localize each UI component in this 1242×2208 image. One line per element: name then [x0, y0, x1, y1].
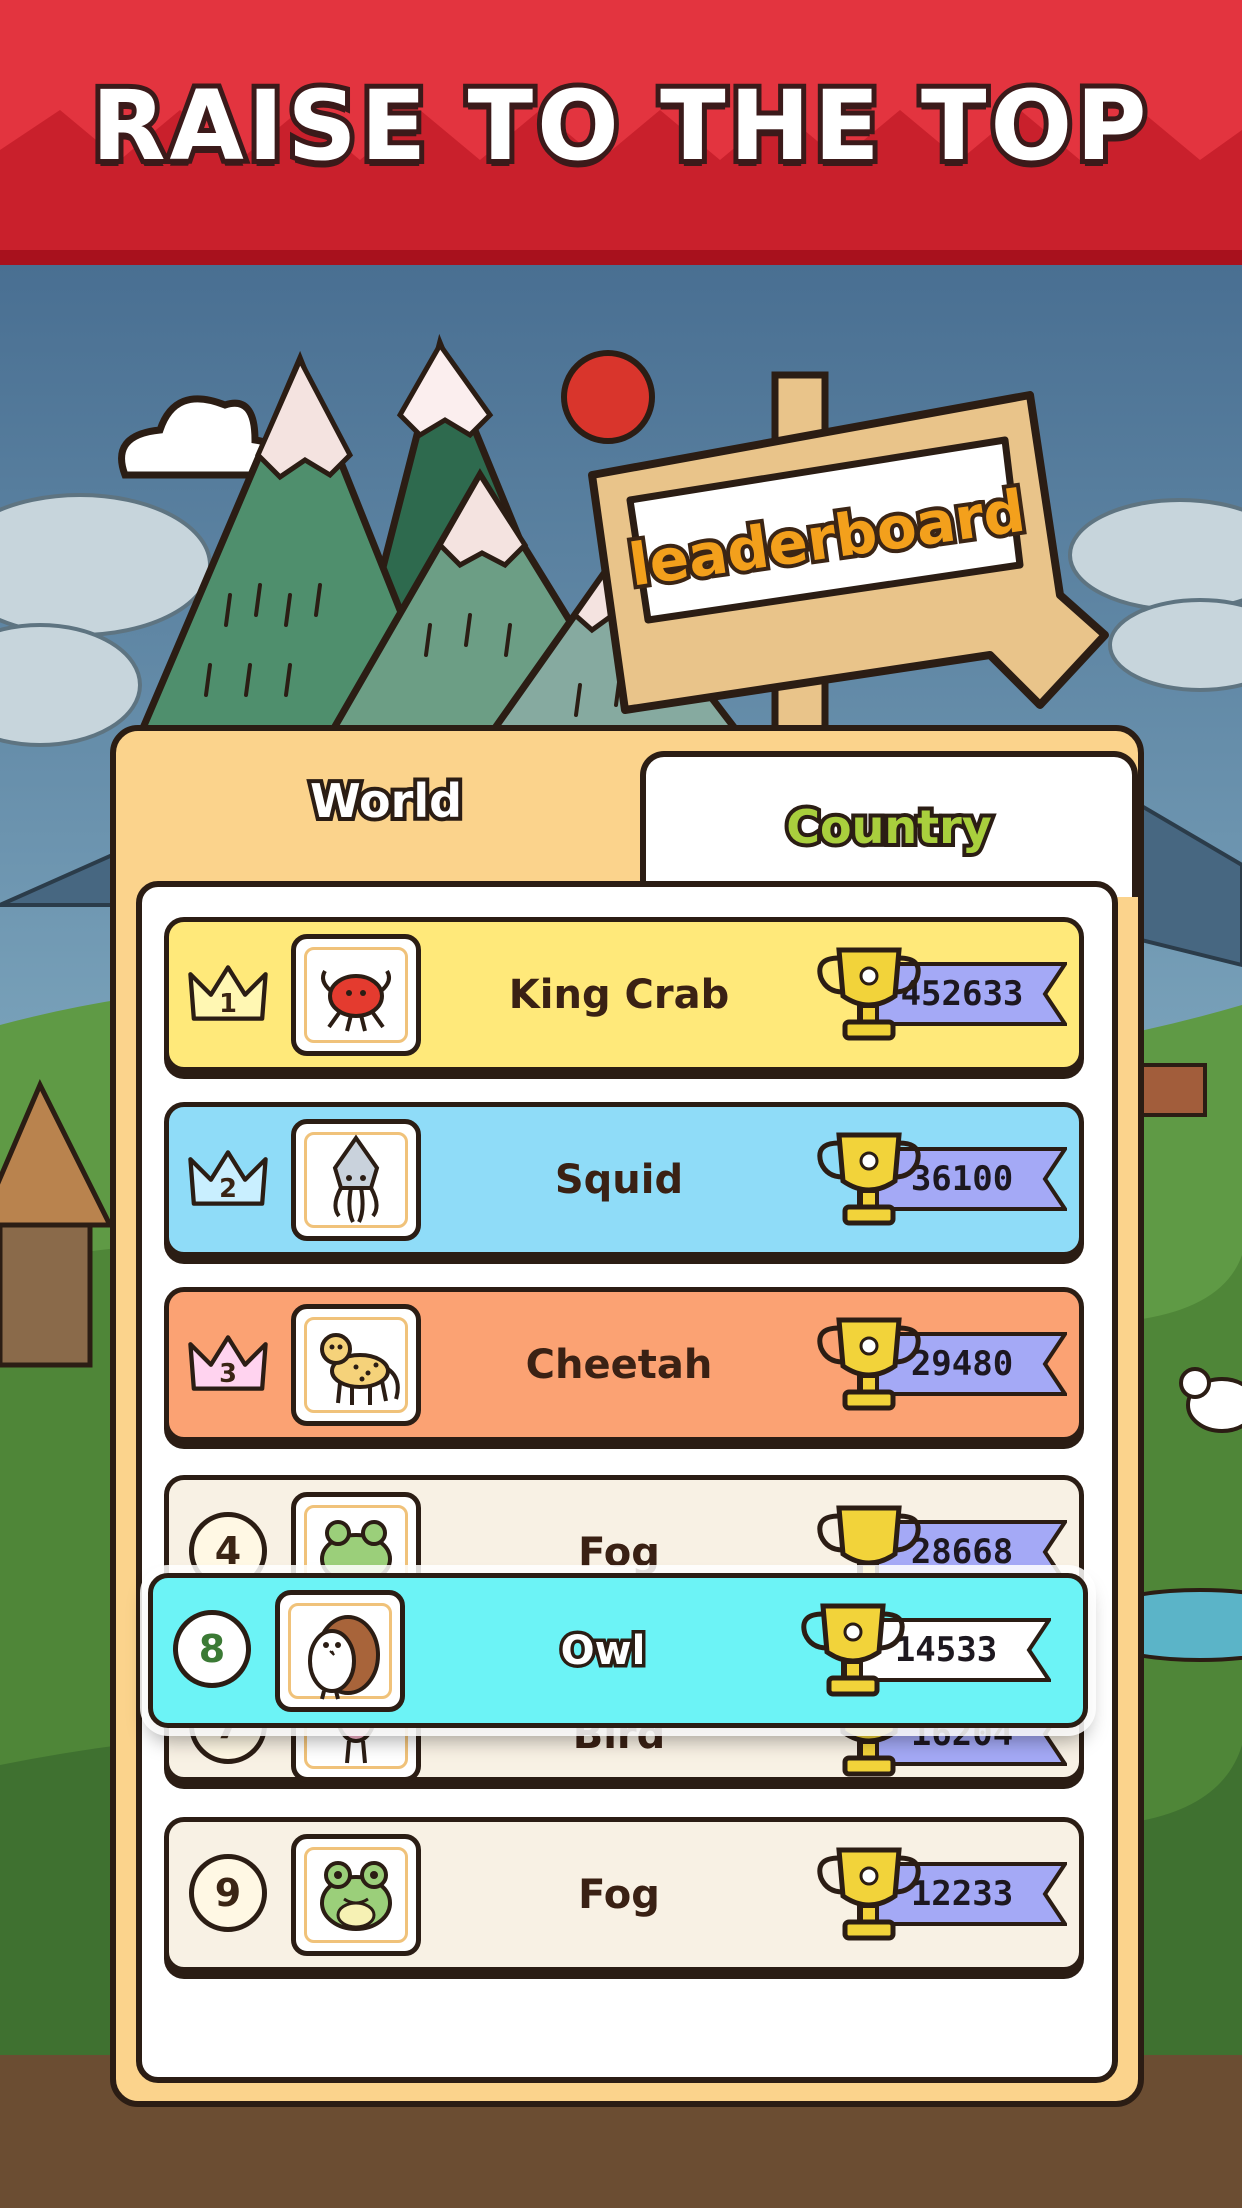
- avatar-frame: [275, 1590, 405, 1712]
- leaderboard-row-3[interactable]: 3 Cheetah 29480: [164, 1287, 1084, 1442]
- squid-icon: [332, 1134, 380, 1223]
- rank-badge: 8: [173, 1610, 251, 1688]
- avatar-frame: [291, 934, 421, 1056]
- avatar-frame: [291, 1304, 421, 1426]
- rank-number: 1: [219, 989, 237, 1019]
- leaderboard-panel: World Country 1 King Crab 452633 2 Squid…: [110, 725, 1144, 2107]
- blue-crown-icon: 2: [187, 1137, 269, 1219]
- top-banner: RAISE TO THE TOP: [0, 0, 1242, 265]
- player-name: Fog: [578, 1871, 660, 1918]
- player-name: Squid: [554, 1156, 684, 1203]
- leaderboard-sign: leaderboard: [588, 391, 1109, 714]
- player-name: Cheetah: [525, 1341, 713, 1388]
- avatar-frame: [291, 1834, 421, 1956]
- sun: [561, 350, 655, 444]
- trophy-icon: [817, 947, 921, 1041]
- avatar-frame: [291, 1119, 421, 1241]
- leaderboard-row-9[interactable]: 9 Fog 12233: [164, 1817, 1084, 1972]
- rank-number: 2: [219, 1174, 237, 1204]
- player-name: King Crab: [508, 971, 730, 1018]
- rank-badge: 9: [189, 1854, 267, 1932]
- frog-icon: [320, 1861, 392, 1931]
- leaderboard-illustration: leaderboard: [118, 333, 1109, 749]
- pink-crown-icon: 3: [187, 1322, 269, 1404]
- rank-number: 3: [219, 1359, 237, 1389]
- gold-crown-icon: 1: [187, 952, 269, 1034]
- tab-country[interactable]: Country: [640, 751, 1138, 897]
- owl-icon: [308, 1615, 380, 1700]
- leaderboard-row-2[interactable]: 2 Squid 36100: [164, 1102, 1084, 1257]
- trophy-icon: [817, 1317, 921, 1411]
- crab-icon: [321, 969, 391, 1032]
- trophy-icon: [817, 1132, 921, 1226]
- current-player-row[interactable]: 8 Owl 14533: [148, 1573, 1088, 1728]
- trophy-icon: [801, 1603, 905, 1697]
- banner-title: RAISE TO THE TOP: [87, 70, 1152, 182]
- trophy-icon: [817, 1847, 921, 1941]
- leaderboard-list[interactable]: 1 King Crab 452633 2 Squid 36100 3 Cheet…: [136, 881, 1118, 2083]
- cheetah-icon: [320, 1333, 400, 1405]
- leaderboard-row-1[interactable]: 1 King Crab 452633: [164, 917, 1084, 1072]
- player-name: Owl: [557, 1627, 649, 1674]
- tab-world[interactable]: World: [136, 741, 636, 861]
